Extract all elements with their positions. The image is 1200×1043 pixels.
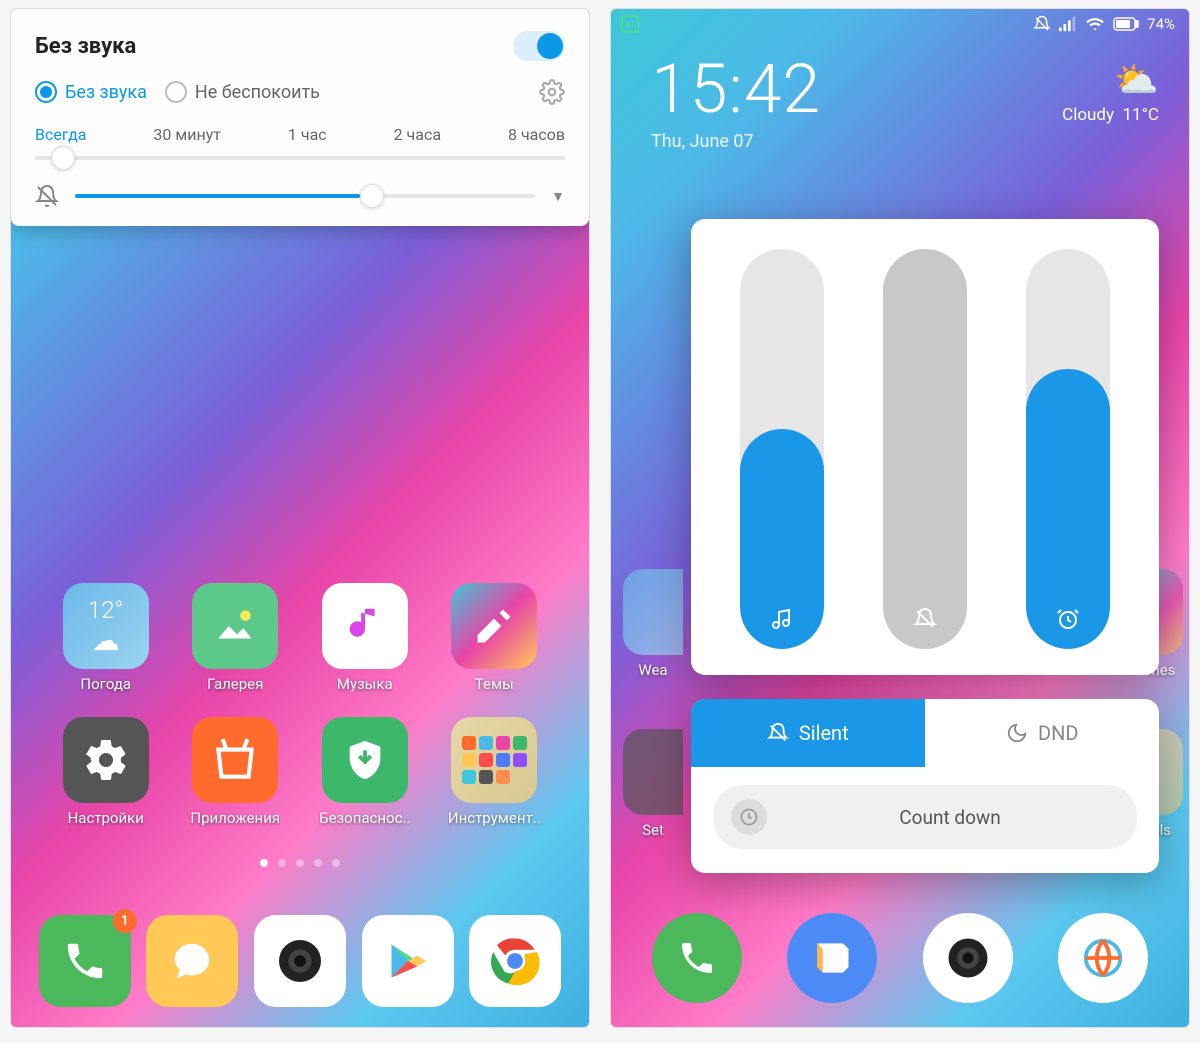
duration-option[interactable]: 8 часов [508, 125, 565, 144]
mode-panel: Silent DND Count down [691, 699, 1159, 873]
page-dot[interactable] [278, 859, 286, 867]
radio-label: Без звука [65, 82, 147, 103]
bell-mute-icon [35, 184, 59, 208]
app-tools-folder[interactable]: Инструмент.. [430, 717, 560, 827]
home-apps-grid: 12° ☁ Погода Галерея Музыка Темы [11, 583, 589, 827]
store-icon [192, 717, 278, 803]
page-dot[interactable] [332, 859, 340, 867]
volume-slider[interactable] [75, 194, 535, 198]
themes-icon [451, 583, 537, 669]
dock-camera[interactable] [923, 913, 1013, 1003]
app-settings[interactable]: Настройки [41, 717, 171, 827]
music-icon [322, 583, 408, 669]
countdown-label: Count down [781, 806, 1119, 829]
status-bar: 74% [1033, 15, 1175, 33]
dock-messages[interactable] [146, 915, 238, 1007]
clock-widget[interactable]: 15:42 Thu, June 07 [651, 49, 821, 152]
mode-label: DND [1038, 721, 1079, 745]
radio-icon [35, 81, 57, 103]
media-volume-slider[interactable] [740, 249, 824, 649]
app-label: Приложения [190, 809, 280, 827]
app-weather[interactable]: 12° ☁ Погода [41, 583, 171, 693]
battery-icon [1113, 17, 1139, 31]
radio-silent[interactable]: Без звука [35, 81, 147, 103]
dock-phone[interactable] [652, 913, 742, 1003]
mode-label: Silent [799, 721, 849, 745]
dock-chrome[interactable] [469, 915, 561, 1007]
app-security[interactable]: Безопаснос.. [300, 717, 430, 827]
page-dot[interactable] [314, 859, 322, 867]
signal-icon [1059, 16, 1077, 32]
dock: 1 [11, 915, 589, 1007]
clock-date: Thu, June 07 [651, 131, 821, 152]
weather-temp: 11°C [1122, 105, 1159, 125]
settings-icon [63, 717, 149, 803]
dock-playstore[interactable] [362, 915, 454, 1007]
duration-option[interactable]: 1 час [288, 125, 327, 144]
duration-option[interactable]: Всегда [35, 125, 86, 144]
weather-desc: Cloudy [1062, 105, 1114, 125]
phone-left: Без звука Без звука Не беспокоить Всегда… [10, 8, 590, 1028]
dock-messages[interactable] [787, 913, 877, 1003]
clock-time: 15:42 [651, 49, 821, 129]
vibrate-icon [1033, 15, 1051, 33]
app-label: Погода [80, 675, 131, 693]
radio-dnd[interactable]: Не беспокоить [165, 81, 320, 103]
app-label: Безопаснос.. [319, 809, 410, 827]
dnd-mode-button[interactable]: DND [926, 699, 1160, 767]
sound-panel-title: Без звука [35, 34, 136, 59]
app-label: Настройки [68, 809, 144, 827]
page-indicator [11, 859, 589, 867]
app-store[interactable]: Приложения [171, 717, 301, 827]
chevron-down-icon[interactable]: ▼ [551, 188, 565, 205]
gallery-icon [192, 583, 278, 669]
app-gallery[interactable]: Галерея [171, 583, 301, 693]
silent-mode-button[interactable]: Silent [691, 699, 926, 767]
radio-icon [165, 81, 187, 103]
slider-thumb[interactable] [360, 184, 384, 208]
battery-pct: 74% [1147, 15, 1175, 33]
alarm-clock-icon [1056, 607, 1080, 631]
alarm-volume-slider[interactable] [1026, 249, 1110, 649]
folder-icon [451, 717, 537, 803]
page-dot[interactable] [260, 859, 268, 867]
volume-panel [691, 219, 1159, 675]
cloud-icon: ⛅ [1062, 59, 1159, 101]
phone-right: ▸ 74% 15:42 Thu, June 07 ⛅ Cloudy 11°C W… [610, 8, 1190, 1028]
music-note-icon [770, 607, 794, 631]
duration-option[interactable]: 2 часа [394, 125, 441, 144]
app-label: Музыка [337, 675, 393, 693]
notification-badge: 1 [113, 909, 137, 933]
bg-app-settings: Set [623, 729, 683, 839]
dock [611, 913, 1189, 1003]
radio-label: Не беспокоить [195, 82, 320, 103]
app-label: Инструмент.. [448, 809, 541, 827]
bell-mute-icon [913, 607, 937, 631]
slider-thumb[interactable] [51, 146, 75, 170]
page-dot[interactable] [296, 859, 304, 867]
dock-camera[interactable] [254, 915, 346, 1007]
gear-icon[interactable] [539, 79, 565, 105]
dock-browser[interactable] [1058, 913, 1148, 1003]
app-label: Темы [475, 675, 514, 693]
sound-panel: Без звука Без звука Не беспокоить Всегда… [11, 9, 589, 226]
bg-app-weather: Wea [623, 569, 683, 679]
clock-icon [731, 799, 767, 835]
shield-icon [322, 717, 408, 803]
duration-option[interactable]: 30 минут [153, 125, 221, 144]
duration-options: Всегда 30 минут 1 час 2 часа 8 часов [35, 125, 565, 144]
ring-volume-slider[interactable] [883, 249, 967, 649]
silent-toggle[interactable] [513, 31, 565, 61]
countdown-button[interactable]: Count down [713, 785, 1137, 849]
duration-slider[interactable] [35, 156, 565, 160]
dock-phone[interactable]: 1 [39, 915, 131, 1007]
app-music[interactable]: Музыка [300, 583, 430, 693]
status-app-icon: ▸ [621, 15, 639, 33]
weather-widget[interactable]: ⛅ Cloudy 11°C [1062, 59, 1159, 125]
app-themes[interactable]: Темы [430, 583, 560, 693]
app-label: Галерея [207, 675, 263, 693]
wifi-icon [1085, 16, 1105, 32]
weather-icon: 12° ☁ [63, 583, 149, 669]
